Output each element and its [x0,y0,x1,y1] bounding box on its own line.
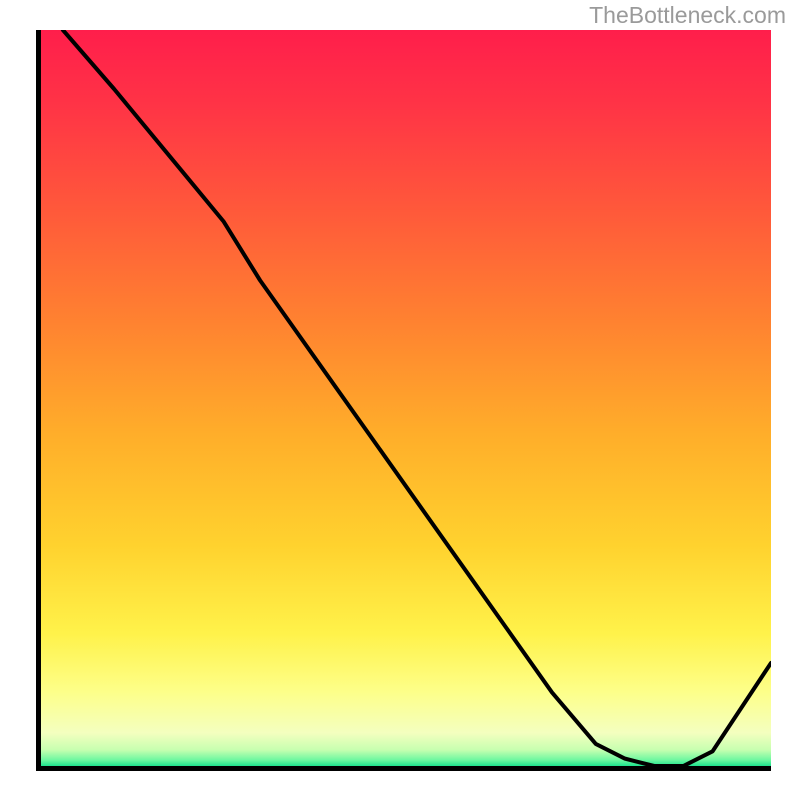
chart-frame: TheBottleneck.com [0,0,800,800]
series-line [41,30,771,766]
attribution-text: TheBottleneck.com [589,2,786,29]
plot-area [36,30,771,771]
